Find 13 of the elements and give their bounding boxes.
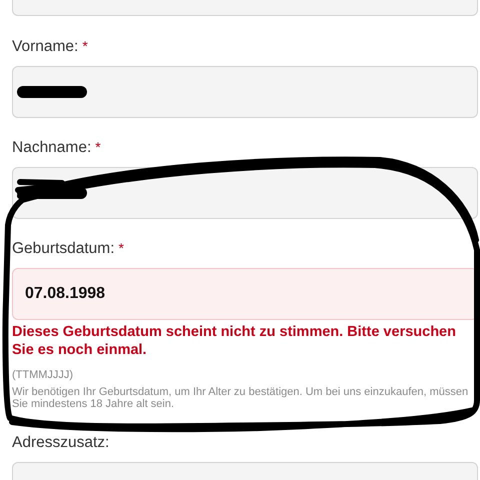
help-text: Wir benötigen Ihr Geburtsdatum, um Ihr Alter zu bestätigen. Um bei uns einzukaufen, müssen Sie mindestens 18 Jahre alt sein. — [12, 386, 470, 410]
required-mark: * — [118, 240, 124, 256]
field-label: Vorname: — [12, 38, 78, 55]
field-value: 07.08.1998 — [25, 285, 106, 303]
error-message: Dieses Geburtsdatum scheint nicht zu stimmen. Bitte versuchen Sie es noch einmal. — [12, 323, 457, 359]
field-label: Nachname: — [12, 139, 92, 156]
format-hint: (TTMMJJJJ) — [12, 369, 74, 382]
required-mark: * — [82, 38, 88, 54]
redaction-bar — [17, 86, 87, 98]
field-label: Geburtsdatum: — [12, 240, 115, 257]
input-field[interactable] — [12, 66, 478, 118]
field-label: Adresszusatz: — [12, 434, 110, 451]
required-mark: * — [95, 139, 101, 155]
